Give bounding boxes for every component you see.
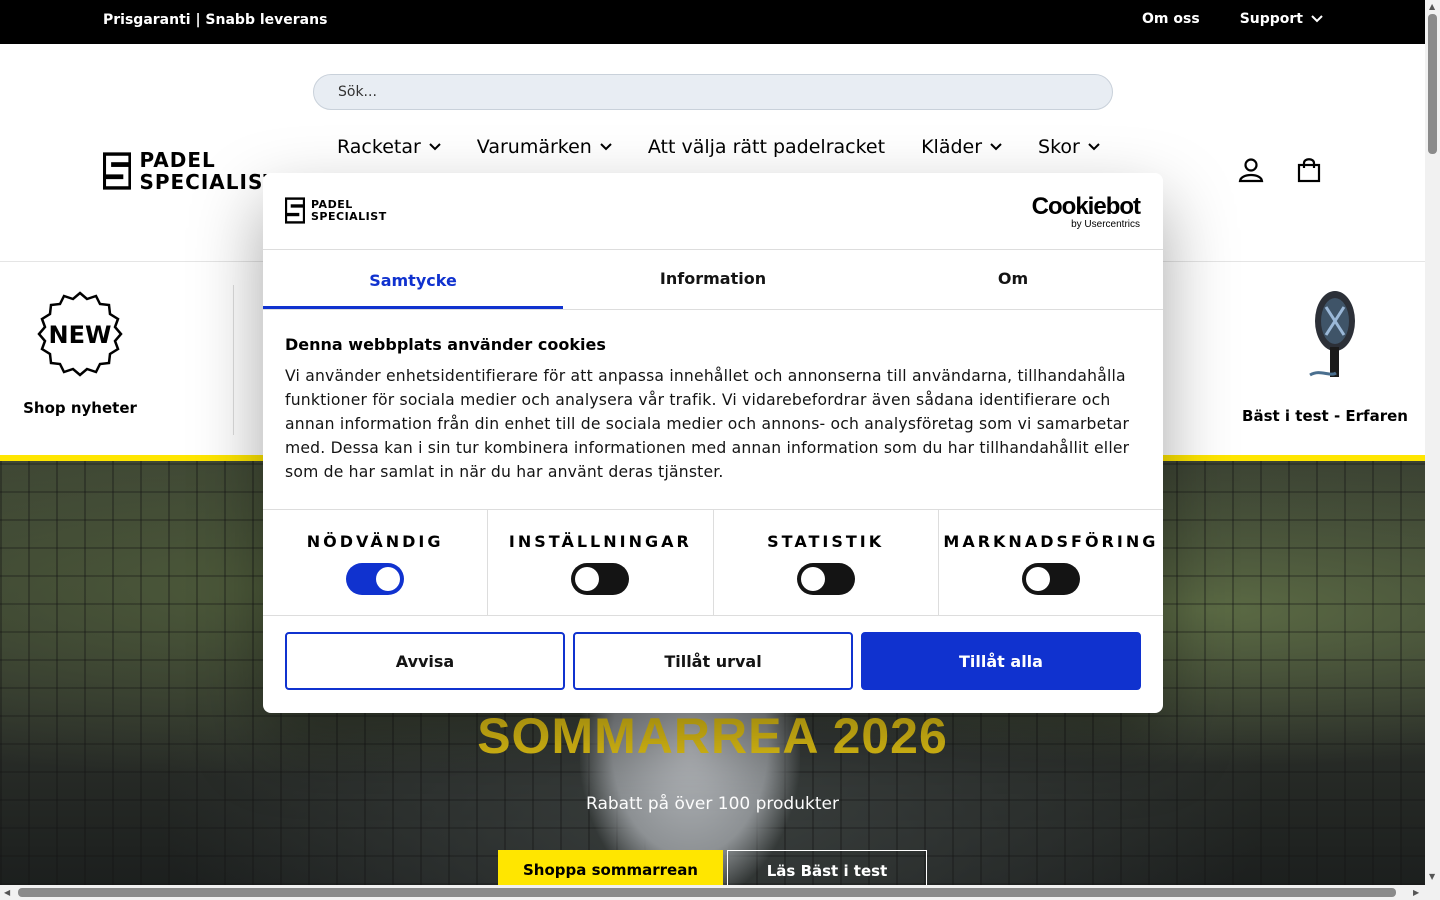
nav-skor-label: Skor bbox=[1038, 136, 1080, 158]
dialog-buttons: Avvisa Tillåt urval Tillåt alla bbox=[263, 616, 1163, 706]
logo-mark-icon bbox=[285, 197, 305, 224]
nav-guide[interactable]: Att välja rätt padelracket bbox=[648, 136, 885, 158]
cookie-consent-dialog: PADEL SPECIALIST Cookiebot by Usercentri… bbox=[263, 173, 1163, 713]
toggle-statistics-group: STATISTIK bbox=[714, 510, 939, 615]
toggle-preferences-label: INSTÄLLNINGAR bbox=[508, 532, 692, 551]
dialog-logo-text: PADEL SPECIALIST bbox=[311, 197, 387, 223]
hero-title: SOMMARREA 2026 bbox=[477, 708, 948, 764]
about-link-label: Om oss bbox=[1142, 11, 1200, 27]
vertical-scroll-thumb[interactable] bbox=[1428, 14, 1437, 154]
logo-line-2: SPECIALIST bbox=[139, 170, 278, 194]
scroll-left-icon[interactable]: ◀ bbox=[4, 888, 10, 897]
toggle-statistics[interactable] bbox=[796, 563, 855, 595]
nav-varumarken[interactable]: Varumärken bbox=[477, 136, 612, 158]
toggle-statistics-label: STATISTIK bbox=[767, 532, 885, 551]
tab-information[interactable]: Information bbox=[563, 250, 863, 309]
toggle-knob bbox=[800, 567, 825, 591]
category-new[interactable]: NEW Shop nyheter bbox=[0, 291, 160, 417]
category-best-in-test[interactable]: Bäst i test - Erfaren bbox=[1240, 289, 1410, 425]
category-best-in-test-label: Bäst i test - Erfaren bbox=[1242, 407, 1408, 425]
dialog-tabs: Samtycke Information Om bbox=[263, 250, 1163, 310]
logo-text: PADEL SPECIALIST bbox=[139, 149, 278, 193]
announcement-bar: Prisgaranti | Snabb leverans Om oss Supp… bbox=[0, 0, 1425, 44]
deny-button[interactable]: Avvisa bbox=[285, 632, 565, 690]
allow-all-button[interactable]: Tillåt alla bbox=[861, 632, 1141, 690]
shop-sale-button[interactable]: Shoppa sommarrean bbox=[498, 850, 723, 885]
topbar-links: Om oss Support bbox=[1142, 11, 1323, 27]
scroll-right-icon[interactable]: ▶ bbox=[1413, 888, 1419, 897]
header-icons bbox=[1238, 157, 1322, 183]
account-icon[interactable] bbox=[1238, 157, 1264, 183]
toggle-knob bbox=[1025, 567, 1050, 591]
support-menu[interactable]: Support bbox=[1240, 11, 1323, 27]
toggle-marketing[interactable] bbox=[1021, 563, 1080, 595]
toggle-necessary-label: NÖDVÄNDIG bbox=[306, 532, 444, 551]
nav-klader[interactable]: Kläder bbox=[921, 136, 1002, 158]
logo-mark-icon bbox=[103, 152, 132, 190]
search-placeholder: Sök... bbox=[338, 84, 377, 100]
toggle-necessary[interactable] bbox=[346, 563, 405, 595]
toggle-preferences-group: INSTÄLLNINGAR bbox=[488, 510, 714, 615]
cookiebot-logo[interactable]: Cookiebot by Usercentrics bbox=[1031, 193, 1141, 231]
dialog-logo-line-1: PADEL bbox=[311, 197, 353, 211]
nav-skor[interactable]: Skor bbox=[1038, 136, 1100, 158]
dialog-description: Vi använder enhetsidentifierare för att … bbox=[285, 367, 1130, 481]
chevron-down-icon bbox=[600, 143, 612, 151]
toggle-knob bbox=[376, 567, 401, 591]
support-label: Support bbox=[1239, 11, 1303, 27]
allow-selection-button[interactable]: Tillåt urval bbox=[573, 632, 853, 690]
nav-racketar[interactable]: Racketar bbox=[337, 136, 441, 158]
toggle-marketing-label: MARKNADSFÖRING bbox=[943, 532, 1159, 551]
nav-klader-label: Kläder bbox=[921, 136, 983, 158]
dialog-body: Denna webbplats använder cookies Vi anvä… bbox=[263, 310, 1163, 509]
cookiebot-brand: Cookiebot bbox=[1031, 193, 1141, 220]
chevron-down-icon bbox=[990, 143, 1002, 151]
horizontal-scrollbar[interactable]: ◀ ▶ bbox=[0, 885, 1440, 900]
tab-consent[interactable]: Samtycke bbox=[263, 250, 563, 309]
padel-racket-icon bbox=[1309, 291, 1355, 377]
tab-about[interactable]: Om bbox=[863, 250, 1163, 309]
consent-toggles: NÖDVÄNDIG INSTÄLLNINGAR STATISTIK MARKNA… bbox=[263, 509, 1163, 616]
scroll-up-icon[interactable]: ▲ bbox=[1429, 2, 1435, 11]
dialog-logo-line-2: SPECIALIST bbox=[311, 209, 387, 223]
category-divider bbox=[233, 285, 234, 435]
hero-subtitle: Rabatt på över 100 produkter bbox=[586, 794, 839, 814]
toggle-necessary-group: NÖDVÄNDIG bbox=[263, 510, 489, 615]
site-logo[interactable]: PADEL SPECIALIST bbox=[103, 144, 278, 198]
nav-guide-label: Att välja rätt padelracket bbox=[647, 136, 886, 158]
scroll-down-icon[interactable]: ▼ bbox=[1429, 872, 1435, 881]
horizontal-scroll-thumb[interactable] bbox=[18, 888, 1396, 897]
dialog-heading: Denna webbplats använder cookies bbox=[285, 335, 606, 354]
new-badge-text: NEW bbox=[49, 321, 112, 349]
main-nav: Racketar Varumärken Att välja rätt padel… bbox=[337, 136, 1100, 158]
chevron-down-icon bbox=[1311, 15, 1323, 23]
category-new-label: Shop nyheter bbox=[23, 399, 137, 417]
chevron-down-icon bbox=[1088, 143, 1100, 151]
search-input[interactable]: Sök... bbox=[313, 74, 1113, 110]
nav-racketar-label: Racketar bbox=[337, 136, 421, 158]
nav-varumarken-label: Varumärken bbox=[476, 136, 592, 158]
vertical-scrollbar[interactable]: ▲ ▼ bbox=[1425, 0, 1440, 885]
read-best-in-test-button[interactable]: Läs Bäst i test bbox=[727, 850, 927, 885]
dialog-header: PADEL SPECIALIST Cookiebot by Usercentri… bbox=[263, 173, 1163, 250]
toggle-knob bbox=[575, 567, 600, 591]
toggle-marketing-group: MARKNADSFÖRING bbox=[939, 510, 1163, 615]
dialog-site-logo: PADEL SPECIALIST bbox=[285, 197, 387, 224]
cookiebot-brand-sub: by Usercentrics bbox=[1071, 219, 1140, 230]
logo-line-1: PADEL bbox=[139, 148, 216, 172]
toggle-preferences[interactable] bbox=[571, 563, 630, 595]
cart-icon[interactable] bbox=[1296, 157, 1322, 183]
promo-text: Prisgaranti | Snabb leverans bbox=[103, 12, 328, 28]
chevron-down-icon bbox=[429, 143, 441, 151]
new-badge-icon: NEW bbox=[37, 291, 123, 377]
about-link[interactable]: Om oss bbox=[1142, 11, 1200, 27]
